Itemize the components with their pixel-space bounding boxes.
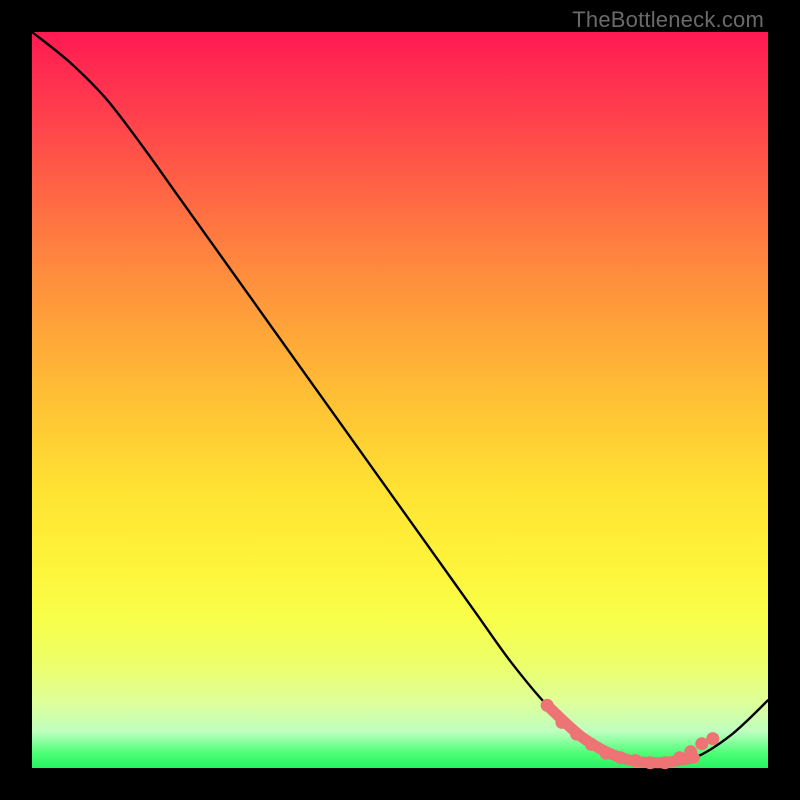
curve-marker bbox=[673, 751, 686, 764]
curve-marker bbox=[541, 699, 554, 712]
curve-marker bbox=[684, 745, 697, 758]
curve-marker bbox=[600, 747, 613, 760]
bottleneck-curve bbox=[32, 32, 768, 763]
curve-marker bbox=[629, 754, 642, 767]
chart-frame: TheBottleneck.com bbox=[0, 0, 800, 800]
curve-markers bbox=[541, 699, 720, 769]
curve-layer bbox=[32, 32, 768, 768]
watermark-label: TheBottleneck.com bbox=[572, 7, 764, 33]
curve-marker bbox=[614, 751, 627, 764]
curve-marker bbox=[706, 732, 719, 745]
curve-marker bbox=[644, 756, 657, 769]
curve-marker bbox=[585, 738, 598, 751]
curve-marker bbox=[659, 756, 672, 769]
plot-area bbox=[32, 32, 768, 768]
curve-marker bbox=[570, 728, 583, 741]
curve-marker bbox=[555, 716, 568, 729]
